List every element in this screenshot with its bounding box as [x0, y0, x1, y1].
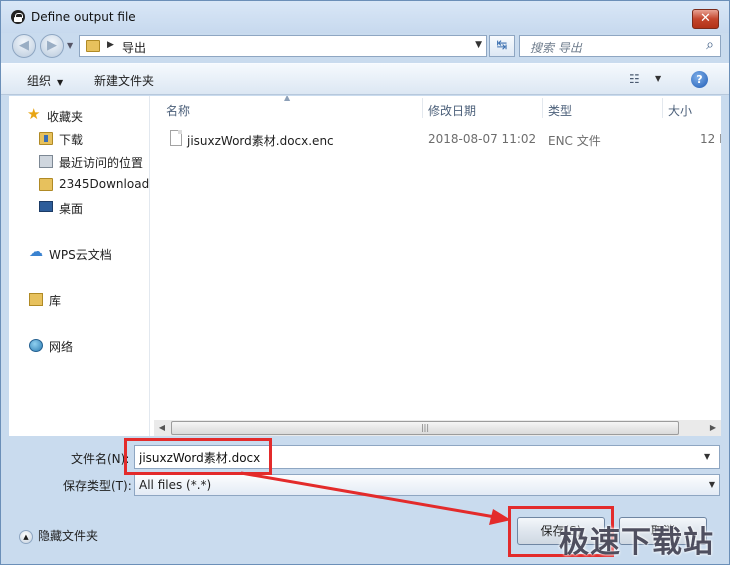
- file-modified-date: 2018-08-07 11:02: [428, 132, 537, 146]
- file-size: 12 KB: [700, 132, 721, 146]
- desktop-icon: [39, 201, 53, 212]
- column-header-type[interactable]: 类型: [543, 96, 663, 120]
- sidebar-item-label: 最近访问的位置: [59, 156, 144, 170]
- filetype-select[interactable]: All files (*.*) ▼: [134, 474, 720, 496]
- lock-icon: [11, 10, 25, 24]
- column-header-label: 类型: [548, 104, 573, 118]
- hide-folders-label: 隐藏文件夹: [38, 529, 99, 543]
- refresh-icon: ↹: [496, 38, 508, 53]
- sidebar-item-label: 桌面: [59, 202, 84, 216]
- sidebar-item-label: 收藏夹: [47, 110, 84, 124]
- address-dropdown-icon[interactable]: ▼: [475, 40, 482, 50]
- breadcrumb-current-folder[interactable]: 导出: [122, 39, 146, 56]
- help-button[interactable]: ?: [691, 71, 708, 88]
- sidebar-item-label: WPS云文档: [49, 248, 112, 262]
- chevron-up-icon: ▲: [19, 529, 33, 544]
- filename-dropdown-icon[interactable]: ▼: [704, 452, 710, 461]
- scroll-right-icon[interactable]: ▶: [705, 420, 721, 436]
- window-title: Define output file: [31, 10, 136, 24]
- sidebar-item-label: 网络: [49, 340, 74, 354]
- filetype-selected-value: All files (*.*): [139, 478, 212, 492]
- view-options-dropdown-icon[interactable]: ▼: [655, 74, 661, 83]
- search-icon[interactable]: ⌕: [706, 37, 714, 53]
- column-header-label: 大小: [668, 104, 693, 118]
- chevron-down-icon: ▼: [57, 78, 64, 87]
- navigation-pane: ★ 收藏夹 下载 最近访问的位置 2345Downloads 桌面 ☁ WPS云…: [9, 96, 149, 436]
- column-header-modified[interactable]: 修改日期: [423, 96, 543, 120]
- download-folder-icon: [39, 132, 53, 145]
- star-icon: ★: [27, 106, 41, 123]
- folder-icon: [39, 178, 53, 191]
- sidebar-item-2345downloads[interactable]: 2345Downloads: [39, 175, 149, 195]
- file-row[interactable]: jisuxzWord素材.docx.enc 2018-08-07 11:02 E…: [154, 128, 721, 150]
- address-bar[interactable]: ▶ 导出 ▼: [79, 35, 487, 57]
- column-header-size[interactable]: 大小: [663, 96, 721, 120]
- organize-label: 组织: [27, 74, 52, 88]
- file-list: ▲ 名称 修改日期 类型 大小 jisuxzWord素材.docx.enc 20…: [154, 96, 721, 420]
- horizontal-scrollbar[interactable]: ◀ ||| ▶: [154, 420, 721, 436]
- back-arrow-icon: ◀: [19, 38, 29, 53]
- refresh-button[interactable]: ↹: [489, 35, 515, 57]
- filetype-label: 保存类型(T):: [63, 479, 132, 493]
- title-bar[interactable]: Define output file ✕: [1, 1, 729, 33]
- sidebar-item-network[interactable]: 网络: [29, 336, 169, 356]
- cloud-icon: ☁: [29, 244, 43, 260]
- file-type: ENC 文件: [548, 134, 601, 148]
- scroll-left-icon[interactable]: ◀: [154, 420, 170, 436]
- watermark-text: 极速下载站: [559, 525, 714, 560]
- filename-label: 文件名(N):: [71, 452, 130, 466]
- folder-icon: [86, 40, 100, 52]
- sidebar-item-libraries[interactable]: 库: [29, 290, 169, 310]
- sidebar-item-wps-cloud[interactable]: ☁ WPS云文档: [29, 244, 169, 264]
- navigation-bar: ◀ ▶ ▼ ▶ 导出 ▼ ↹ 搜索 导出 ⌕: [1, 33, 729, 59]
- forward-arrow-icon: ▶: [47, 38, 57, 53]
- file-name: jisuxzWord素材.docx.enc: [187, 134, 334, 148]
- back-button[interactable]: ◀: [12, 34, 36, 58]
- column-header-label: 修改日期: [428, 104, 477, 118]
- file-icon: [170, 130, 182, 146]
- column-header-name[interactable]: ▲ 名称: [154, 96, 424, 120]
- view-options-icon[interactable]: ☷: [629, 72, 640, 86]
- network-icon: [29, 339, 43, 352]
- sidebar-item-label: 库: [49, 294, 62, 308]
- sidebar-item-favorites[interactable]: ★ 收藏夹: [27, 106, 167, 126]
- pane-divider[interactable]: [149, 96, 150, 436]
- search-box[interactable]: 搜索 导出 ⌕: [519, 35, 721, 57]
- library-icon: [29, 293, 43, 306]
- new-folder-button[interactable]: 新建文件夹: [94, 72, 154, 89]
- recent-places-icon: [39, 155, 53, 168]
- filename-highlight-box: [124, 438, 272, 475]
- chevron-down-icon: ▼: [708, 480, 715, 489]
- column-header-label: 名称: [166, 104, 191, 118]
- command-toolbar: 组织 ▼ 新建文件夹 ☷ ▼ ?: [1, 63, 729, 95]
- breadcrumb-arrow-icon[interactable]: ▶: [107, 40, 114, 50]
- main-pane: ★ 收藏夹 下载 最近访问的位置 2345Downloads 桌面 ☁ WPS云…: [9, 96, 721, 436]
- forward-button[interactable]: ▶: [40, 34, 64, 58]
- organize-menu-button[interactable]: 组织 ▼: [27, 72, 63, 89]
- save-dialog-window: Define output file ✕ ◀ ▶ ▼ ▶ 导出 ▼ ↹ 搜索 导…: [0, 0, 730, 565]
- sidebar-item-label: 2345Downloads: [59, 177, 149, 191]
- sort-ascending-icon: ▲: [284, 96, 291, 102]
- close-button[interactable]: ✕: [692, 9, 719, 29]
- scrollbar-thumb[interactable]: |||: [171, 421, 679, 435]
- recent-locations-dropdown-icon[interactable]: ▼: [67, 41, 73, 50]
- hide-folders-toggle[interactable]: ▲ 隐藏文件夹: [19, 527, 98, 544]
- sidebar-item-label: 下载: [59, 133, 84, 147]
- search-input[interactable]: 搜索 导出: [530, 39, 582, 56]
